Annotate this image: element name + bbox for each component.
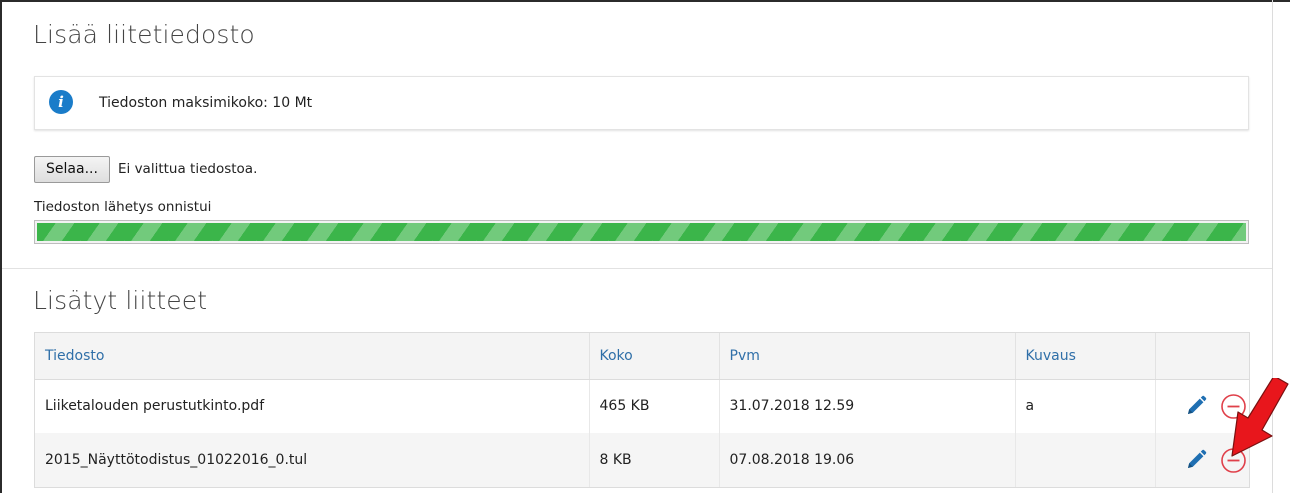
section-divider bbox=[2, 268, 1272, 269]
page: Lisää liitetiedosto i Tiedoston maksimik… bbox=[0, 0, 1290, 493]
upload-status-text: Tiedoston lähetys onnistui bbox=[34, 199, 212, 215]
max-size-info: Tiedoston maksimikoko: 10 Mt bbox=[99, 95, 313, 111]
column-header-description[interactable]: Kuvaus bbox=[1015, 333, 1156, 380]
attachments-section-title: Lisätyt liitteet bbox=[33, 286, 208, 315]
upload-progress-bar bbox=[34, 220, 1249, 244]
column-header-date[interactable]: Pvm bbox=[719, 333, 1016, 380]
column-header-file[interactable]: Tiedosto bbox=[35, 333, 590, 380]
pencil-icon[interactable] bbox=[1184, 448, 1208, 472]
cell-description bbox=[1015, 433, 1156, 487]
cell-date: 07.08.2018 19.06 bbox=[719, 433, 1016, 487]
cell-description: a bbox=[1015, 379, 1156, 433]
attachments-table: Tiedosto Koko Pvm Kuvaus Liiketalouden p… bbox=[34, 332, 1250, 488]
table-row: Liiketalouden perustutkinto.pdf 465 KB 3… bbox=[35, 379, 1249, 433]
cell-date: 31.07.2018 12.59 bbox=[719, 379, 1016, 433]
cell-file-size: 465 KB bbox=[589, 379, 720, 433]
table-header-row: Tiedosto Koko Pvm Kuvaus bbox=[35, 333, 1249, 380]
column-header-size[interactable]: Koko bbox=[589, 333, 720, 380]
window-border-top bbox=[0, 0, 1290, 2]
cell-file-name: Liiketalouden perustutkinto.pdf bbox=[35, 379, 590, 433]
info-box: i Tiedoston maksimikoko: 10 Mt bbox=[34, 76, 1249, 130]
no-file-selected-text: Ei valittua tiedostoa. bbox=[118, 161, 258, 177]
browse-button[interactable]: Selaa... bbox=[34, 156, 110, 183]
column-header-actions bbox=[1155, 333, 1249, 380]
upload-progress-fill bbox=[37, 223, 1246, 241]
info-icon: i bbox=[49, 90, 73, 114]
cell-file-size: 8 KB bbox=[589, 433, 720, 487]
window-border-left bbox=[0, 0, 2, 493]
annotation-arrow-icon bbox=[1231, 378, 1289, 457]
upload-section-title: Lisää liitetiedosto bbox=[33, 20, 255, 49]
table-row: 2015_Näyttötodistus_01022016_0.tul 8 KB … bbox=[35, 433, 1249, 487]
pencil-icon[interactable] bbox=[1184, 394, 1208, 418]
cell-file-name: 2015_Näyttötodistus_01022016_0.tul bbox=[35, 433, 590, 487]
